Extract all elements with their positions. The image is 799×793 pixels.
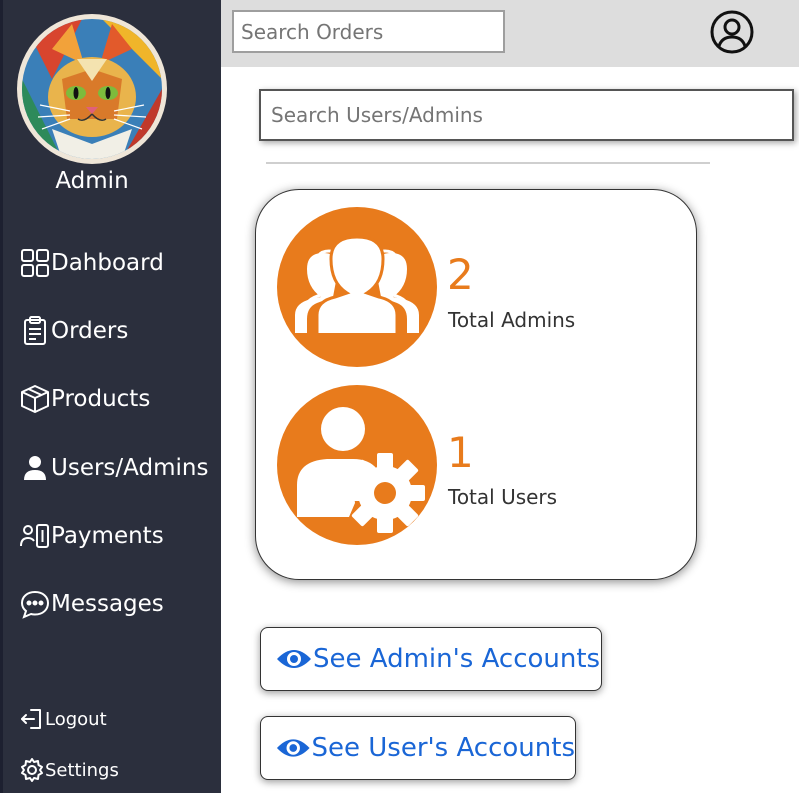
sidebar-item-label: Products (51, 386, 151, 412)
sidebar-item-label: Dahboard (51, 250, 164, 276)
total-users-count: 1 (447, 428, 474, 477)
settings-label: Settings (45, 759, 119, 781)
sidebar: Admin Dahboard Orders Products Users/Adm… (0, 0, 221, 793)
payment-person-icon (20, 524, 49, 548)
cat-painting-image (22, 19, 162, 159)
sidebar-item-products[interactable]: Products (19, 383, 150, 415)
sidebar-item-orders[interactable]: Orders (19, 315, 128, 347)
user-gear-icon (277, 385, 437, 545)
sidebar-item-label: Payments (51, 523, 164, 549)
sidebar-item-label: Orders (51, 318, 129, 344)
sidebar-item-messages[interactable]: Messages (19, 588, 164, 620)
logout-icon (21, 709, 41, 729)
group-icon (277, 207, 437, 367)
settings-button[interactable]: Settings (19, 757, 119, 783)
divider (266, 162, 710, 164)
sidebar-item-payments[interactable]: Payments (19, 520, 164, 552)
chat-icon (20, 590, 50, 619)
clipboard-icon (24, 316, 46, 345)
stats-card: 2 Total Admins 1 Total Users (255, 189, 697, 580)
profile-name: Admin (55, 168, 129, 194)
see-admin-accounts-label: See Admin's Accounts (313, 644, 601, 674)
search-users-input[interactable] (259, 89, 794, 141)
avatar[interactable] (17, 14, 167, 164)
search-orders-input[interactable] (232, 10, 505, 53)
see-user-accounts-label: See User's Accounts (311, 733, 575, 763)
sidebar-item-dashboard[interactable]: Dahboard (19, 247, 164, 279)
logout-button[interactable]: Logout (19, 706, 107, 732)
user-circle-icon[interactable] (709, 9, 755, 55)
see-user-accounts-button[interactable]: See User's Accounts (260, 716, 576, 780)
total-users-label: Total Users (448, 485, 558, 509)
sidebar-item-label: Users/Admins (51, 455, 209, 481)
logout-label: Logout (45, 708, 107, 730)
gear-icon (21, 758, 43, 782)
sidebar-item-label: Messages (51, 591, 164, 617)
eye-icon (276, 739, 310, 757)
see-admin-accounts-button[interactable]: See Admin's Accounts (260, 627, 602, 691)
sidebar-item-users-admins[interactable]: Users/Admins (19, 452, 208, 484)
top-bar (221, 0, 799, 67)
person-icon (24, 456, 46, 480)
eye-icon (277, 650, 311, 668)
box-icon (21, 385, 49, 413)
total-admins-label: Total Admins (448, 308, 576, 332)
total-admins-count: 2 (447, 250, 474, 299)
grid-icon (21, 249, 49, 277)
